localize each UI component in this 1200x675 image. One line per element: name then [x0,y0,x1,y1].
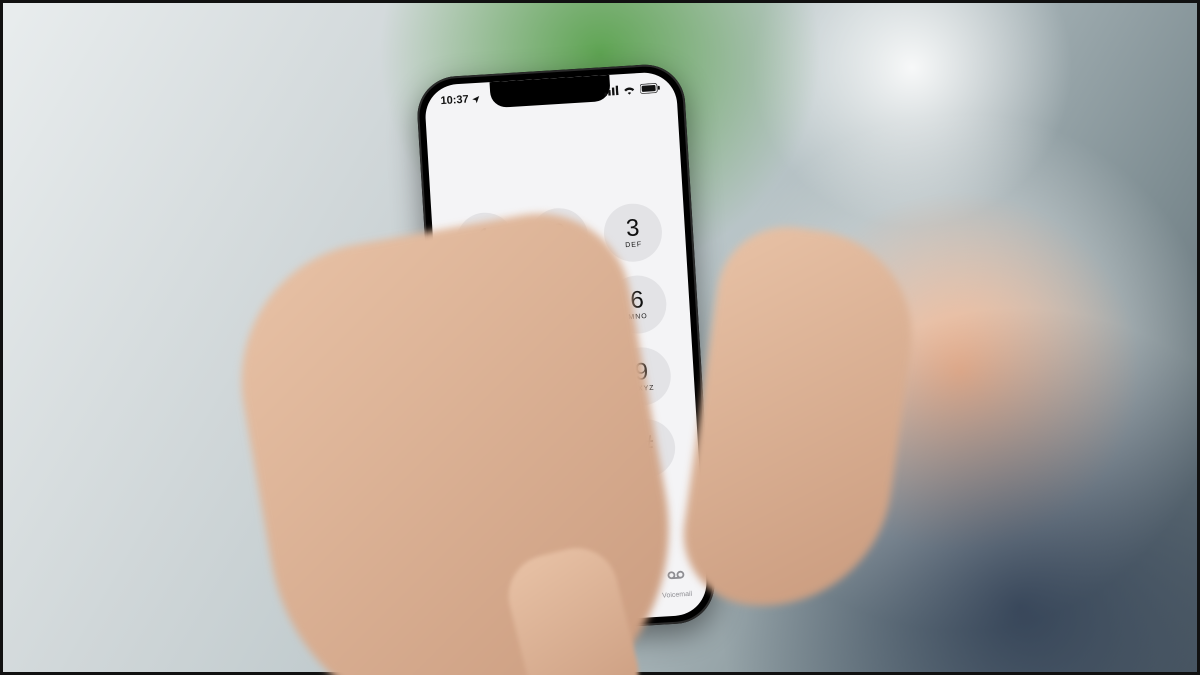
tab-label: Voicemail [662,591,692,600]
photo-background: 10:37 12ABC3DEF4GHI5JKL6MNO7PQRS8TUV9WXY… [0,0,1200,675]
cellular-signal-icon [604,85,619,96]
keypad-digit: 3 [625,216,640,241]
dialed-number-display [426,111,682,206]
wifi-icon [622,84,637,95]
status-time: 10:37 [440,93,469,107]
voicemail-icon [665,566,686,590]
battery-icon [640,83,661,94]
location-arrow-icon [471,94,481,104]
keypad-letters: DEF [625,241,642,250]
